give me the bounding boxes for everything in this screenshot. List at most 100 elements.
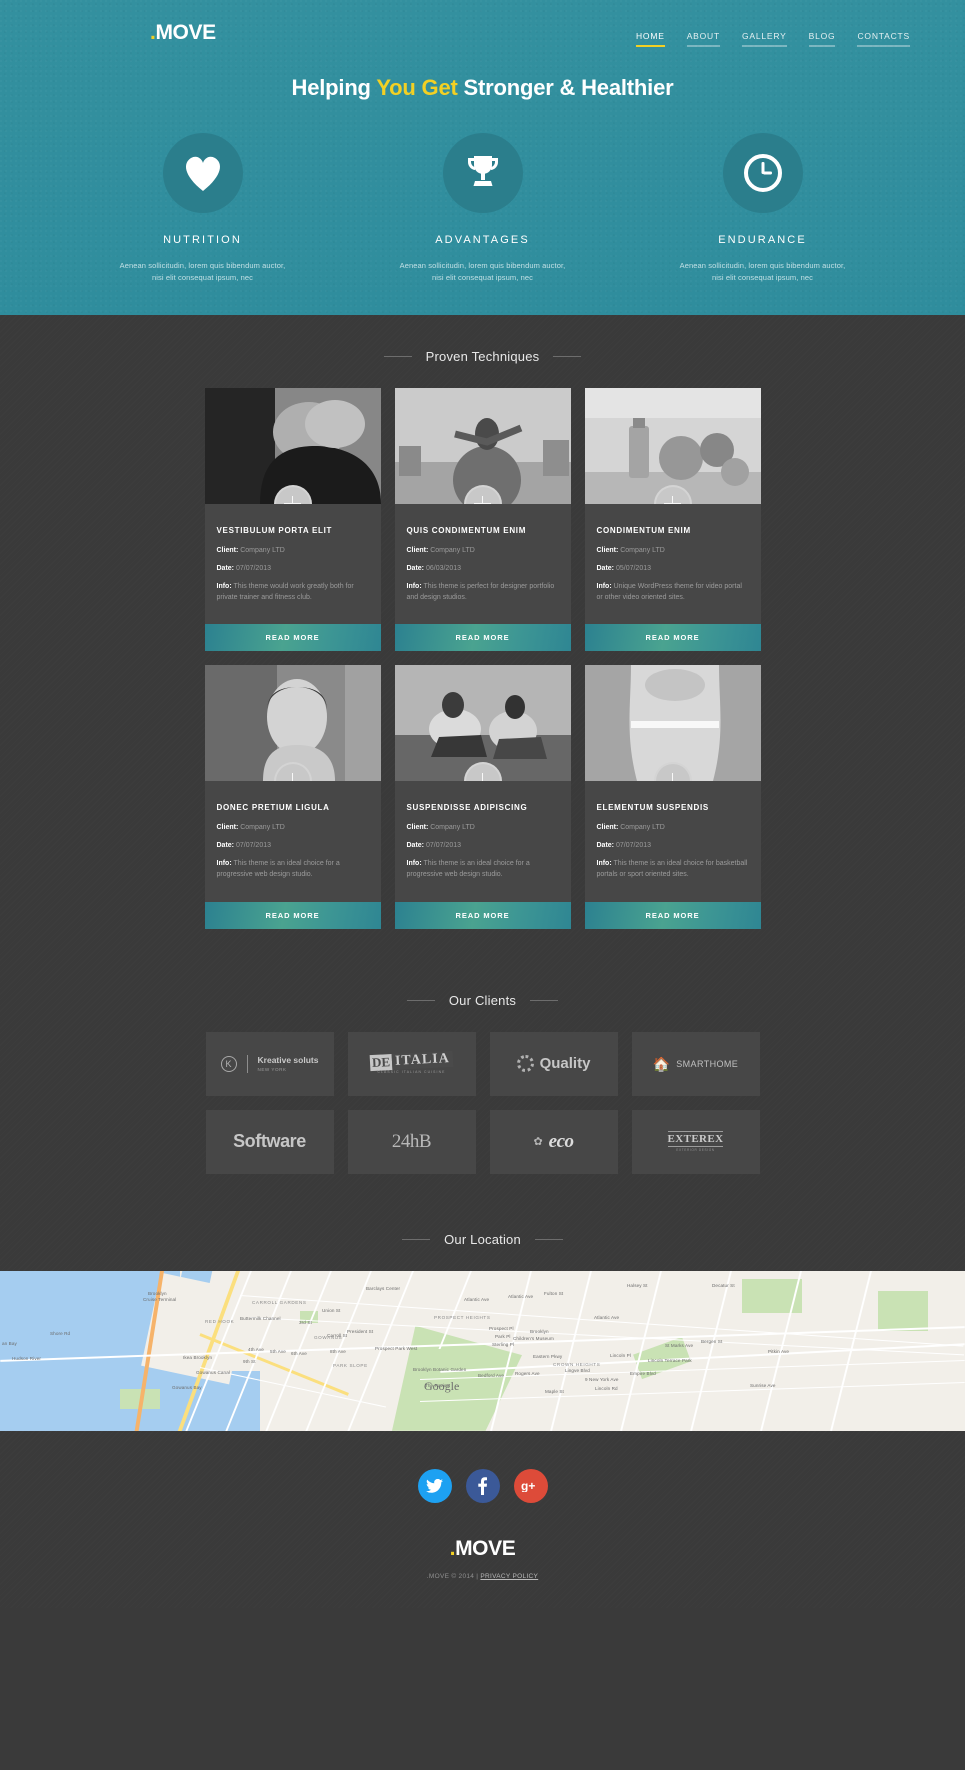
feature-endurance[interactable]: ENDURANCE Aenean sollicitudin, lorem qui… — [668, 133, 858, 285]
feature-desc-line1: Aenean sollicitudin, lorem quis bibendum… — [399, 261, 566, 270]
client-label: Client: — [406, 824, 429, 832]
map-label: Prospect Park West — [375, 1345, 418, 1351]
privacy-policy-link[interactable]: PRIVACY POLICY — [480, 1573, 538, 1580]
feature-description: Aenean sollicitudin, lorem quis bibendum… — [388, 260, 578, 285]
google-map[interactable]: Google Brooklyn Cruise Terminal CARROLL GA… — [0, 1270, 965, 1431]
clients-section: Our Clients K Kreative soluts NEW YORK D… — [0, 929, 965, 1174]
map-label: GOWANUS — [314, 1334, 343, 1340]
facebook-icon[interactable] — [465, 1468, 500, 1503]
feature-desc-line1: Aenean sollicitudin, lorem quis bibendum… — [679, 261, 846, 270]
nav-item-contacts[interactable]: CONTACTS — [857, 31, 910, 47]
svg-text:g+: g+ — [521, 1479, 535, 1492]
site-logo[interactable]: .MOVE — [150, 22, 216, 43]
date-value: 07/07/2013 — [235, 564, 272, 572]
divider-line-right — [553, 356, 582, 357]
portfolio-image — [584, 388, 761, 504]
info-label: Info: — [406, 582, 422, 590]
portfolio-client: Client: Company LTD — [217, 823, 369, 834]
map-label: Atlantic Ave — [464, 1296, 490, 1302]
nav-item-about[interactable]: ABOUT — [686, 31, 720, 47]
map-label: Lincoln Rd — [595, 1385, 618, 1391]
read-more-button[interactable]: READ MORE — [204, 624, 381, 652]
client-logo-eco[interactable]: ✿ eco — [489, 1109, 618, 1174]
map-label: RED HOOK — [205, 1318, 235, 1324]
map-label: Sterling Pl — [492, 1341, 515, 1347]
portfolio-card[interactable]: QUIS CONDIMENTUM ENIM Client: Company LT… — [394, 388, 571, 652]
client-name: EXTEREX — [667, 1131, 724, 1148]
client-name: Software — [233, 1131, 306, 1152]
feature-title: NUTRITION — [163, 234, 242, 246]
client-logo-kreative-soluts[interactable]: K Kreative soluts NEW YORK — [205, 1031, 334, 1096]
date-label: Date: — [216, 842, 235, 850]
social-links: g+ — [0, 1468, 965, 1503]
client-value: Company LTD — [430, 547, 475, 554]
date-value: 06/03/2013 — [425, 564, 462, 572]
read-more-button[interactable]: READ MORE — [394, 901, 571, 929]
footer-logo[interactable]: .MOVE — [0, 1537, 965, 1561]
info-value: This theme is an ideal choice for a prog… — [216, 860, 340, 878]
copyright-line: .MOVE © 2014 | — [426, 1572, 481, 1580]
portfolio-card[interactable]: ELEMENTUM SUSPENDIS Client: Company LTD … — [584, 665, 761, 929]
portfolio-client: Client: Company LTD — [597, 823, 749, 834]
map-label: Lincoln Pl — [610, 1352, 631, 1358]
client-logo-exterex[interactable]: EXTEREX EXTERIOR DESIGN — [631, 1109, 760, 1174]
client-logo-quality[interactable]: Quality — [489, 1031, 618, 1096]
map-label: Prospect Pl — [489, 1325, 514, 1331]
google-plus-icon[interactable]: g+ — [513, 1468, 548, 1503]
tagline-pre: Helping — [291, 75, 377, 100]
nav-item-home[interactable]: HOME — [635, 31, 665, 47]
portfolio-card-body: SUSPENDISSE ADIPISCING Client: Company L… — [395, 781, 571, 901]
nav-item-blog[interactable]: BLOG — [808, 31, 836, 47]
portfolio-client: Client: Company LTD — [407, 546, 559, 557]
map-label: Children's Museum — [513, 1335, 554, 1341]
date-label: Date: — [406, 842, 425, 850]
client-sub: NEW YORK — [257, 1066, 287, 1072]
portfolio-card-body: CONDIMENTUM ENIM Client: Company LTD Dat… — [585, 504, 761, 624]
client-logo-de-italia[interactable]: DE ITALIA CLASSIC ITALIAN CUISINE — [347, 1031, 476, 1096]
client-sub: CLASSIC ITALIAN CUISINE — [377, 1070, 446, 1075]
info-label: Info: — [596, 860, 612, 868]
feature-desc-line2: nisi elit consequat ipsum, nec — [152, 273, 253, 283]
map-label: St Marks Ave — [665, 1342, 694, 1348]
portfolio-date: Date: 07/07/2013 — [407, 841, 559, 852]
location-section: Our Location Google Brooklyn Cruise Term… — [0, 1174, 965, 1431]
portfolio-card[interactable]: DONEC PRETIUM LIGULA Client: Company LTD… — [204, 665, 381, 929]
date-label: Date: — [596, 564, 615, 572]
client-logo-smarthome[interactable]: 🏠 SMARTHOME — [631, 1031, 760, 1096]
map-label: Sunrise Ave — [750, 1382, 776, 1388]
date-value: 07/07/2013 — [425, 842, 462, 850]
read-more-button[interactable]: READ MORE — [584, 901, 761, 929]
portfolio-section-heading: Proven Techniques — [0, 349, 965, 364]
location-title: Our Location — [444, 1231, 521, 1247]
portfolio-card[interactable]: SUSPENDISSE ADIPISCING Client: Company L… — [394, 665, 571, 929]
info-value: This theme is an ideal choice for a prog… — [406, 860, 530, 878]
feature-advantages[interactable]: ADVANTAGES Aenean sollicitudin, lorem qu… — [388, 133, 578, 285]
map-label: 3rd St — [299, 1319, 312, 1325]
house-icon: 🏠 — [652, 1055, 671, 1072]
top-bar: .MOVE HOME ABOUT GALLERY BLOG CONTACTS — [0, 0, 965, 47]
divider-line-left — [383, 356, 412, 357]
feature-nutrition[interactable]: NUTRITION Aenean sollicitudin, lorem qui… — [108, 133, 298, 285]
divider-line-left — [402, 1238, 431, 1240]
client-logo-software[interactable]: Software — [205, 1109, 334, 1174]
heart-icon — [185, 156, 220, 191]
twitter-icon[interactable] — [417, 1468, 452, 1503]
date-label: Date: — [406, 564, 425, 572]
nav-item-gallery[interactable]: GALLERY — [741, 31, 787, 47]
portfolio-card[interactable]: VESTIBULUM PORTA ELIT Client: Company LT… — [204, 388, 381, 652]
read-more-button[interactable]: READ MORE — [394, 624, 571, 652]
portfolio-card[interactable]: CONDIMENTUM ENIM Client: Company LTD Dat… — [584, 388, 761, 652]
map-label: an Bay — [2, 1340, 17, 1346]
read-more-button[interactable]: READ MORE — [584, 624, 761, 652]
feature-title: ADVANTAGES — [435, 234, 530, 246]
map-label: Atlantic Ave — [594, 1314, 620, 1320]
map-label: Fulton St — [544, 1290, 564, 1296]
read-more-button[interactable]: READ MORE — [204, 901, 381, 929]
date-label: Date: — [596, 842, 615, 850]
map-label: Brooklyn Botanic Garden — [413, 1366, 467, 1372]
leaf-icon: ✿ — [533, 1136, 543, 1149]
client-logo-24hb[interactable]: 24hB — [347, 1109, 476, 1174]
clients-title: Our Clients — [448, 992, 517, 1008]
map-label: Lincoln Terrace Park — [648, 1357, 692, 1363]
portfolio-date: Date: 07/07/2013 — [217, 564, 369, 575]
